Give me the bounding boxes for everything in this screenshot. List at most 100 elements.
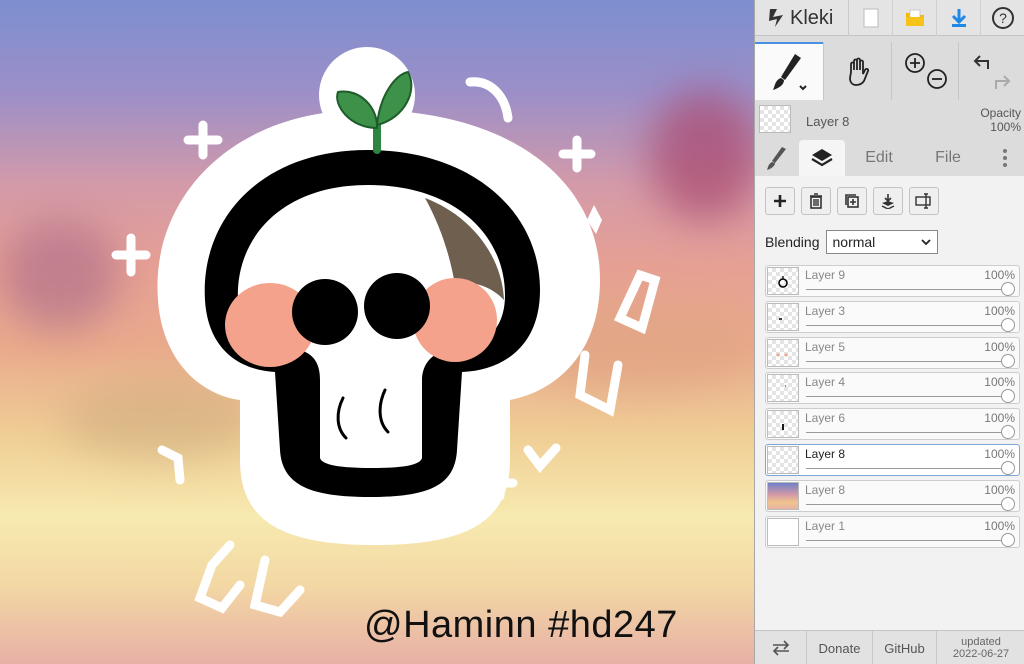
svg-text:?: ?	[999, 10, 1007, 26]
delete-layer-button[interactable]	[801, 187, 831, 215]
layer-opacity: 100%	[984, 375, 1015, 390]
tab-brush[interactable]	[755, 140, 799, 176]
brush-tool-button[interactable]	[755, 42, 823, 100]
opacity-slider-track[interactable]	[806, 432, 1009, 434]
rename-layer-button[interactable]	[909, 187, 939, 215]
layer-thumbnail	[767, 267, 799, 295]
brush-icon	[773, 54, 807, 91]
layer-item[interactable]: Layer 9 100%	[765, 265, 1020, 297]
layer-name: Layer 4	[805, 375, 846, 390]
layer-item[interactable]: Layer 6 100%	[765, 408, 1020, 441]
hand-tool-button[interactable]	[823, 42, 891, 100]
layer-item[interactable]: Layer 3 100%	[765, 300, 1020, 333]
side-panel: Kleki ? Layer 8 Opacity 100% Edit File B…	[754, 0, 1024, 664]
bottom-bar: Donate GitHub updated 2022-06-27	[755, 630, 1024, 664]
layer-thumbnail	[767, 302, 799, 331]
layer-item[interactable]: Layer 8 100%	[765, 479, 1020, 512]
layer-item[interactable]: Layer 4 100%	[765, 372, 1020, 405]
donate-link[interactable]: Donate	[807, 631, 873, 664]
github-link[interactable]: GitHub	[873, 631, 937, 664]
layer-opacity: 100%	[984, 518, 1015, 533]
tab-edit[interactable]: Edit	[845, 140, 913, 176]
current-layer-opacity: Opacity 100%	[980, 106, 1021, 134]
zoom-in-out-icon	[905, 53, 947, 89]
opacity-slider-handle[interactable]	[1001, 353, 1015, 368]
updated-info[interactable]: updated 2022-06-27	[937, 631, 1024, 664]
opacity-slider-track[interactable]	[806, 289, 1009, 290]
opacity-slider-handle[interactable]	[1001, 460, 1015, 475]
updated-date: 2022-06-27	[952, 648, 1010, 660]
swap-arrows-icon	[772, 640, 789, 656]
panel-tabs: Edit File	[755, 140, 1024, 176]
kleki-logo[interactable]: Kleki	[755, 0, 849, 36]
more-menu-button[interactable]	[985, 140, 1024, 176]
swap-side-button[interactable]	[755, 631, 807, 664]
new-file-button[interactable]	[849, 0, 893, 36]
tab-layers[interactable]	[799, 140, 845, 176]
zoom-buttons[interactable]	[891, 42, 958, 100]
tool-row	[755, 42, 1024, 100]
opacity-slider-track[interactable]	[806, 539, 1009, 541]
opacity-slider-track[interactable]	[806, 396, 1009, 398]
app-name: Kleki	[790, 6, 834, 29]
undo-redo-buttons[interactable]	[958, 42, 1024, 100]
updated-label: updated	[961, 636, 1001, 648]
layer-opacity: 100%	[984, 446, 1015, 461]
download-button[interactable]	[937, 0, 981, 36]
layer-opacity: 100%	[984, 303, 1015, 318]
more-vertical-icon	[1003, 149, 1007, 167]
opacity-slider-handle[interactable]	[1001, 425, 1015, 440]
blending-row: Blending normal	[765, 230, 938, 254]
layer-buttons	[765, 187, 939, 215]
opacity-slider-track[interactable]	[806, 324, 1009, 326]
layer-opacity: 100%	[984, 268, 1015, 282]
blending-select[interactable]: normal	[825, 230, 938, 254]
brush-icon	[767, 147, 786, 170]
merge-layer-button[interactable]	[873, 187, 903, 215]
duplicate-icon	[845, 194, 859, 208]
layer-name: Layer 5	[805, 339, 846, 354]
layer-item-active[interactable]: Layer 8 100%	[765, 443, 1020, 476]
layer-name: Layer 3	[805, 303, 846, 318]
top-toolbar: Kleki ?	[755, 0, 1024, 36]
opacity-slider-track[interactable]	[806, 503, 1009, 505]
layer-thumbnail	[767, 338, 799, 367]
layer-item[interactable]: Layer 1 100%	[765, 515, 1020, 548]
trash-icon	[810, 193, 822, 209]
help-icon: ?	[992, 7, 1014, 29]
layer-opacity: 100%	[984, 482, 1015, 497]
layers-panel: Blending normal Layer 9 100% Layer 3 100…	[755, 176, 1024, 630]
layer-item[interactable]: Layer 5 100%	[765, 336, 1020, 369]
kleki-logo-icon	[769, 9, 783, 27]
open-folder-icon	[905, 9, 924, 26]
layers-icon	[811, 149, 833, 167]
open-file-button[interactable]	[893, 0, 937, 36]
opacity-slider-handle[interactable]	[1001, 282, 1015, 296]
layer-thumbnail	[767, 517, 799, 546]
opacity-slider-handle[interactable]	[1001, 389, 1015, 404]
current-layer-name: Layer 8	[806, 114, 850, 129]
layer-opacity: 100%	[984, 411, 1015, 426]
chevron-down-icon	[920, 239, 931, 246]
blending-label: Blending	[765, 234, 820, 250]
opacity-slider-handle[interactable]	[1001, 532, 1015, 547]
layer-list: Layer 9 100% Layer 3 100% Layer 5 100% L…	[765, 265, 1020, 551]
drawing-canvas[interactable]: @Haminn #hd247	[0, 0, 754, 664]
tab-file[interactable]: File	[913, 140, 983, 176]
rename-icon	[915, 193, 931, 209]
opacity-slider-handle[interactable]	[1001, 496, 1015, 511]
new-file-icon	[863, 8, 878, 28]
duplicate-layer-button[interactable]	[837, 187, 867, 215]
hand-icon	[848, 57, 869, 86]
current-layer-header: Layer 8 Opacity 100%	[755, 102, 1024, 138]
watermark-text: @Haminn #hd247	[364, 604, 678, 646]
help-button[interactable]: ?	[981, 0, 1024, 36]
add-layer-button[interactable]	[765, 187, 795, 215]
opacity-slider-handle[interactable]	[1001, 317, 1015, 332]
layer-name: Layer 6	[805, 411, 846, 426]
opacity-slider-track[interactable]	[806, 360, 1009, 362]
layer-name: Layer 8	[805, 482, 846, 497]
opacity-slider-track[interactable]	[806, 467, 1009, 469]
blending-value: normal	[832, 234, 876, 250]
layer-thumbnail	[767, 445, 799, 474]
